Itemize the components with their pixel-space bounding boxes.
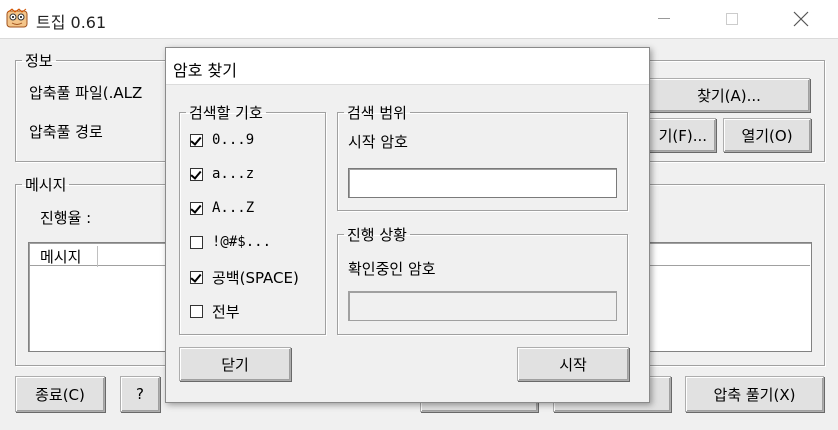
symbol-checkbox[interactable] (190, 167, 203, 181)
symbols-group-legend: 검색할 기호 (189, 104, 263, 122)
extract-button[interactable]: 압축 풀기(X) (685, 376, 824, 412)
symbol-option-0[interactable]: 0...9 (190, 132, 254, 148)
archive-file-label: 압축풀 파일(.ALZ (29, 84, 143, 102)
range-group-legend: 검색 범위 (347, 104, 407, 122)
symbol-checkbox[interactable] (190, 271, 203, 284)
symbol-label: A...Z (212, 200, 255, 216)
message-column-header[interactable]: 메시지 (40, 246, 99, 267)
app-logo-icon (6, 8, 28, 28)
symbol-option-2[interactable]: A...Z (190, 200, 254, 216)
symbol-checkbox[interactable] (190, 201, 203, 215)
progress-group-legend: 진행 상황 (347, 226, 407, 244)
find-archive-button[interactable]: 찾기(A)... (648, 78, 810, 112)
checking-password-field (348, 291, 617, 321)
help-button[interactable]: ? (120, 376, 160, 412)
message-group-legend: 메시지 (25, 176, 67, 194)
symbol-option-4[interactable]: 공백(SPACE) (190, 267, 299, 288)
archive-path-label: 압축풀 경로 (29, 123, 103, 141)
checking-password-label: 확인중인 암호 (348, 260, 436, 278)
dialog-close-button[interactable]: 닫기 (179, 347, 291, 381)
maximize-icon[interactable] (709, 0, 755, 38)
symbol-option-1[interactable]: a...z (190, 166, 254, 182)
info-group-legend: 정보 (25, 52, 53, 70)
password-finder-dialog: 암호 찾기 검색할 기호 검색 범위 시작 암호 진행 상황 확인중인 암호 닫… (165, 47, 650, 403)
start-password-label: 시작 암호 (348, 133, 408, 151)
symbol-label: 전부 (212, 303, 240, 321)
title-bar: 트집 0.61 (0, 0, 838, 38)
window-title: 트집 0.61 (36, 13, 107, 32)
symbol-label: !@#$... (212, 234, 272, 250)
symbol-checkbox[interactable] (190, 305, 203, 318)
symbol-checkbox[interactable] (190, 235, 203, 249)
minimize-icon[interactable] (641, 0, 687, 38)
symbol-option-3[interactable]: !@#$... (190, 234, 271, 250)
exit-button[interactable]: 종료(C) (15, 376, 105, 412)
dialog-title: 암호 찾기 (173, 61, 237, 80)
progress-label: 진행율 : (40, 209, 92, 227)
symbol-label: 공백(SPACE) (212, 269, 299, 287)
symbol-option-5[interactable]: 전부 (190, 301, 240, 322)
dialog-start-button[interactable]: 시작 (517, 347, 629, 381)
symbol-checkbox[interactable] (190, 133, 203, 147)
symbol-label: 0...9 (212, 132, 255, 148)
start-password-input[interactable] (348, 168, 617, 198)
close-icon[interactable] (778, 0, 824, 38)
symbol-label: a...z (212, 166, 255, 182)
open-button[interactable]: 열기(O) (723, 118, 811, 152)
dialog-title-bar: 암호 찾기 (166, 48, 649, 85)
